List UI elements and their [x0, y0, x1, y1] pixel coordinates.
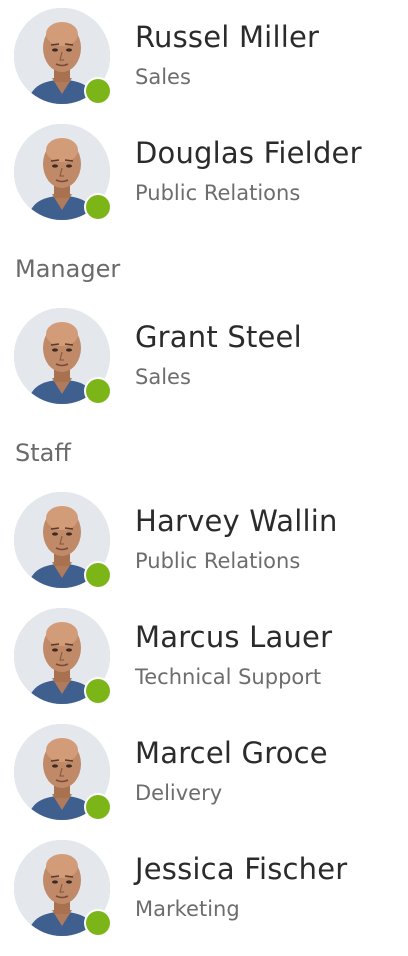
- online-status-icon: [86, 911, 110, 935]
- online-status-icon: [86, 679, 110, 703]
- online-status-icon: [86, 379, 110, 403]
- contact-list: Russel Miller Sales Douglas Fielder Publ…: [0, 0, 408, 956]
- contact-department: Sales: [135, 65, 191, 89]
- contact-name: Marcus Lauer: [135, 620, 333, 654]
- contact-name: Harvey Wallin: [135, 504, 338, 538]
- contact-item[interactable]: Jessica Fischer Marketing: [0, 840, 408, 956]
- contact-item[interactable]: Grant Steel Sales: [0, 308, 408, 424]
- online-status-icon: [86, 795, 110, 819]
- contact-item[interactable]: Marcus Lauer Technical Support: [0, 608, 408, 724]
- contact-item[interactable]: Harvey Wallin Public Relations: [0, 492, 408, 608]
- contact-name: Jessica Fischer: [135, 852, 348, 886]
- contact-name: Russel Miller: [135, 20, 320, 54]
- group-header-staff: Staff: [15, 439, 71, 467]
- contact-name: Douglas Fielder: [135, 136, 362, 170]
- contact-name: Marcel Groce: [135, 736, 328, 770]
- contact-department: Public Relations: [135, 181, 301, 205]
- contact-item[interactable]: Marcel Groce Delivery: [0, 724, 408, 840]
- contact-department: Technical Support: [135, 665, 322, 689]
- contact-department: Public Relations: [135, 549, 301, 573]
- online-status-icon: [86, 563, 110, 587]
- contact-name: Grant Steel: [135, 320, 302, 354]
- contact-department: Delivery: [135, 781, 223, 805]
- contact-item[interactable]: Douglas Fielder Public Relations: [0, 124, 408, 240]
- contact-item[interactable]: Russel Miller Sales: [0, 8, 408, 124]
- online-status-icon: [86, 79, 110, 103]
- contact-department: Sales: [135, 365, 191, 389]
- contact-department: Marketing: [135, 897, 240, 921]
- online-status-icon: [86, 195, 110, 219]
- group-header-manager: Manager: [15, 255, 121, 283]
